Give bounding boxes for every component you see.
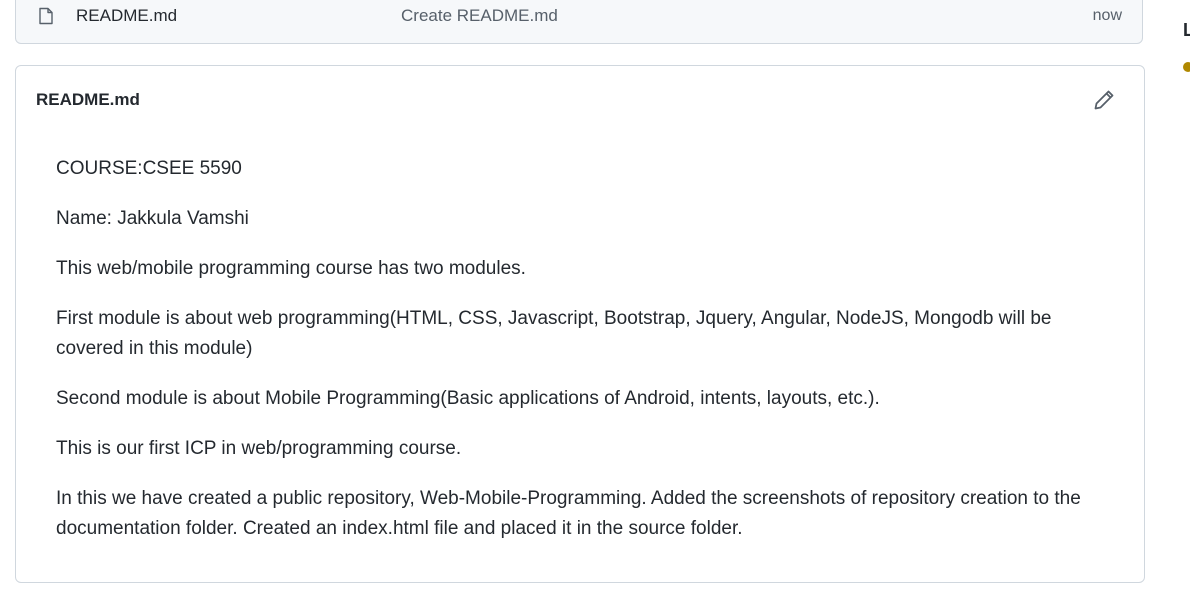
- readme-paragraph-second-module: Second module is about Mobile Programmin…: [56, 388, 880, 409]
- file-row[interactable]: README.md Create README.md now: [16, 1, 1142, 33]
- readme-panel: README.md COURSE:CSEE 5590 Name: Jakkula…: [15, 65, 1145, 583]
- readme-paragraph-intro: This web/mobile programming course has t…: [56, 258, 526, 279]
- language-color-dot: [1183, 62, 1190, 72]
- sidebar-cropped-heading: L: [1183, 20, 1190, 40]
- readme-content: COURSE:CSEE 5590 Name: Jakkula Vamshi Th…: [56, 154, 1106, 564]
- file-list: README.md Create README.md now: [15, 0, 1143, 44]
- readme-paragraph-details: In this we have created a public reposit…: [56, 488, 1081, 539]
- file-icon: [39, 7, 53, 25]
- readme-title: README.md: [36, 90, 140, 109]
- readme-paragraph-course: COURSE:CSEE 5590: [56, 158, 242, 179]
- commit-age: now: [1092, 7, 1122, 24]
- file-name-link[interactable]: README.md: [76, 6, 177, 26]
- readme-paragraph-first-module: First module is about web programming(HT…: [56, 308, 1052, 359]
- readme-header: README.md: [16, 66, 1144, 132]
- commit-message-link[interactable]: Create README.md: [401, 6, 558, 26]
- page: README.md Create README.md now L README.…: [0, 0, 1190, 603]
- readme-paragraph-name: Name: Jakkula Vamshi: [56, 208, 249, 229]
- pencil-icon[interactable]: [1092, 88, 1116, 112]
- readme-paragraph-icp: This is our first ICP in web/programming…: [56, 438, 462, 459]
